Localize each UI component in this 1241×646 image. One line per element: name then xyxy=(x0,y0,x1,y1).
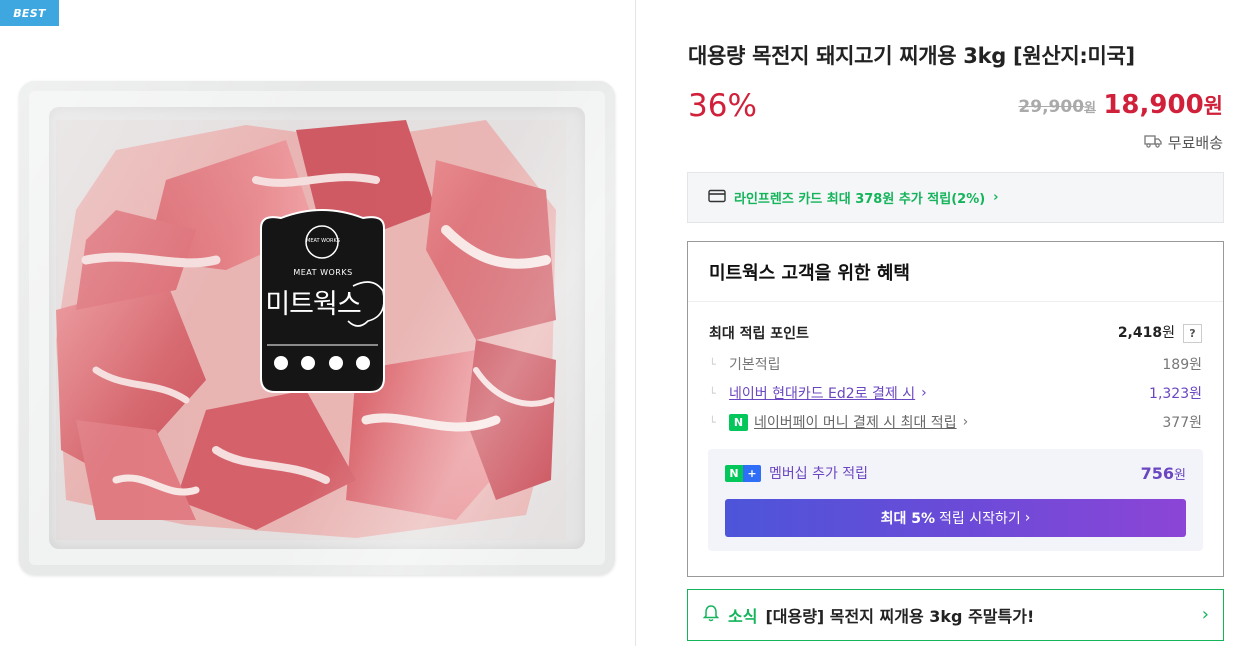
npay-money-points-value: 377원 xyxy=(1162,415,1202,431)
help-button[interactable]: ? xyxy=(1183,324,1202,343)
news-text: [대용량] 목전지 찌개용 3kg 주말특가! xyxy=(765,607,1035,626)
indent-corner-icon: └ xyxy=(709,415,716,429)
basic-points-value: 189원 xyxy=(1162,357,1202,373)
truck-icon xyxy=(1144,134,1162,152)
max-points-unit: 원 xyxy=(1162,325,1175,341)
store-news-banner[interactable]: 소식 [대용량] 목전지 찌개용 3kg 주말특가! › xyxy=(687,589,1224,641)
membership-box: N + 멤버십 추가 적립 756원 최대 5% 적립 시작하기 › xyxy=(708,449,1203,551)
hyundai-card-points-value: 1,323원 xyxy=(1149,386,1202,402)
original-price: 29,900원 xyxy=(1018,97,1096,117)
naverpay-icon: N xyxy=(729,413,748,431)
chevron-right-icon: › xyxy=(921,385,927,401)
discount-rate: 36% xyxy=(688,88,757,124)
label-brand-ko: 미트웍스 xyxy=(265,289,361,320)
indent-corner-icon: └ xyxy=(709,357,716,371)
sale-price: 18,900원 xyxy=(1103,90,1223,120)
hyundai-card-link[interactable]: 네이버 현대카드 Ed2로 결제 시 xyxy=(729,383,915,403)
customer-benefits-box: 미트웍스 고객을 위한 혜택 최대 적립 포인트 2,418원? └ 기본적립 1… xyxy=(687,241,1224,577)
shipping-info: 무료배송 xyxy=(1144,132,1223,153)
chevron-right-icon: › xyxy=(962,414,969,430)
hyundai-card-points-row[interactable]: └ 네이버 현대카드 Ed2로 결제 시 › 1,323원 xyxy=(709,383,1202,403)
original-price-value: 29,900 xyxy=(1018,97,1085,117)
benefits-divider xyxy=(688,301,1223,302)
indent-corner-icon: └ xyxy=(709,386,716,400)
best-badge: BEST xyxy=(0,0,59,26)
cta-text: 적립 시작하기 xyxy=(939,511,1021,527)
membership-row: N + 멤버십 추가 적립 756원 xyxy=(725,463,1186,483)
membership-value: 756원 xyxy=(1140,463,1186,483)
npay-money-link[interactable]: 네이버페이 머니 결제 시 최대 적립 xyxy=(754,412,957,432)
max-points-value-wrap: 2,418원? xyxy=(1118,322,1202,343)
card-promo-banner[interactable]: 라인프렌즈 카드 최대 378원 추가 적립(2%) › xyxy=(687,172,1224,223)
chevron-right-icon: › xyxy=(993,190,999,205)
max-points-row: 최대 적립 포인트 2,418원? xyxy=(709,322,1202,343)
card-promo-text: 라인프렌즈 카드 최대 378원 추가 적립(2%) xyxy=(734,192,986,207)
start-membership-button[interactable]: 최대 5% 적립 시작하기 › xyxy=(725,499,1186,537)
max-points-value: 2,418 xyxy=(1117,325,1163,341)
label-brand-en: MEAT WORKS xyxy=(293,268,353,277)
benefits-title: 미트웍스 고객을 위한 혜택 xyxy=(709,263,910,284)
chevron-right-icon: › xyxy=(1024,510,1031,526)
naver-plus-icon: N + xyxy=(725,464,761,482)
sale-price-value: 18,900 xyxy=(1103,90,1204,120)
chevron-right-icon: › xyxy=(1201,604,1209,625)
shipping-label: 무료배송 xyxy=(1167,134,1223,152)
cta-strong-text: 최대 5% xyxy=(880,511,936,527)
product-image-panel: BEST MEAT WORKS MEAT WORKS 미트웍스 xyxy=(0,0,636,646)
bell-icon xyxy=(702,604,720,626)
product-info-panel: 대용량 목전지 돼지고기 찌개용 3kg [원산지:미국] 36% 29,900… xyxy=(637,0,1241,646)
original-price-unit: 원 xyxy=(1084,101,1096,116)
basic-points-label: 기본적립 xyxy=(729,357,781,373)
max-points-label: 최대 적립 포인트 xyxy=(709,325,809,342)
basic-points-row: └ 기본적립 189원 xyxy=(709,354,1202,374)
membership-label: 멤버십 추가 적립 xyxy=(769,466,869,482)
label-seal-text: MEAT WORKS xyxy=(306,238,340,244)
news-tag: 소식 xyxy=(728,607,758,626)
credit-card-icon xyxy=(708,188,726,207)
sale-price-unit: 원 xyxy=(1203,94,1223,118)
product-title: 대용량 목전지 돼지고기 찌개용 3kg [원산지:미국] xyxy=(688,44,1135,68)
npay-money-points-row[interactable]: └ N 네이버페이 머니 결제 시 최대 적립 › 377원 xyxy=(709,412,1202,432)
